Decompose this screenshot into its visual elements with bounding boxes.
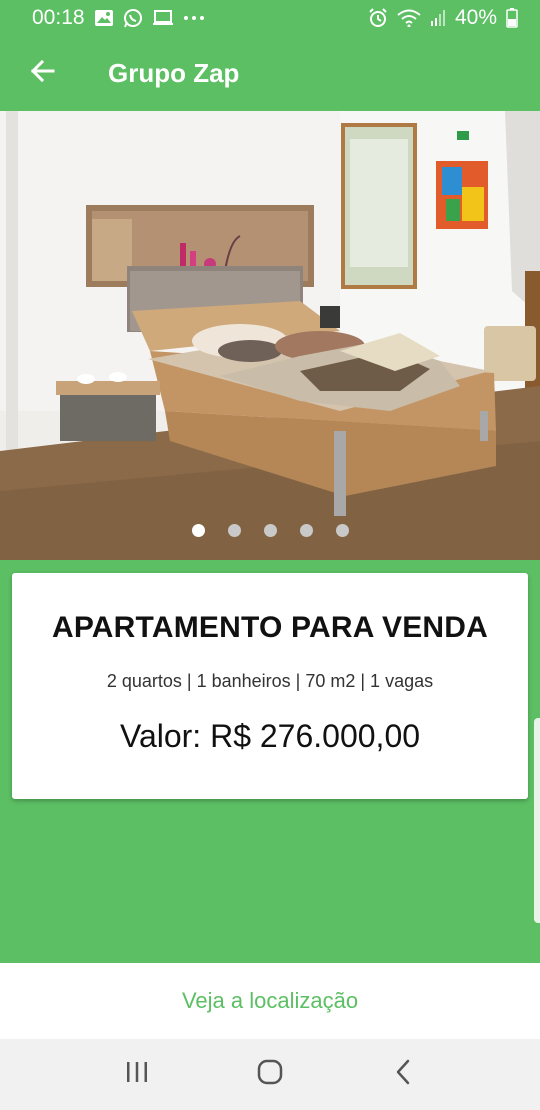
back-button[interactable] (0, 36, 84, 111)
bedroom-photo (0, 111, 540, 560)
scroll-indicator (534, 718, 540, 923)
laptop-icon (152, 9, 174, 27)
back-icon (395, 1059, 411, 1090)
carousel-dot-2[interactable] (227, 524, 241, 537)
app-title: Grupo Zap (108, 58, 240, 88)
image-icon (94, 9, 114, 27)
whatsapp-icon (123, 8, 143, 28)
carousel-dot-4[interactable] (299, 524, 313, 537)
listing-details: 2 quartos | 1 banheiros | 70 m2 | 1 vaga… (106, 671, 434, 691)
carousel-pagination (0, 524, 540, 537)
battery-icon (506, 8, 518, 28)
alarm-icon (368, 8, 388, 28)
image-carousel[interactable] (0, 111, 540, 560)
carousel-dot-5[interactable] (335, 524, 349, 537)
battery-percent: 40% (454, 6, 497, 29)
navigation-bar (0, 1039, 540, 1110)
arrow-left-icon (29, 59, 55, 88)
home-icon (257, 1059, 283, 1090)
more-icon (183, 15, 205, 21)
app-bar: Grupo Zap (0, 36, 540, 111)
home-button[interactable] (240, 1045, 300, 1105)
listing-title: APARTAMENTO PARA VENDA (51, 611, 489, 644)
recent-apps-button[interactable] (107, 1045, 167, 1105)
nav-back-button[interactable] (373, 1045, 433, 1105)
carousel-dot-3[interactable] (263, 524, 277, 537)
status-time: 00:18 (32, 6, 85, 29)
recent-apps-icon (125, 1061, 149, 1088)
signal-icon (430, 9, 446, 27)
listing-price: Valor: R$ 276.000,00 (119, 718, 421, 754)
status-left: 00:18 (32, 6, 205, 30)
location-bar: Veja a localização (0, 963, 540, 1039)
status-bar: 00:18 40% (0, 0, 540, 36)
view-location-button[interactable]: Veja a localização (182, 988, 358, 1014)
wifi-icon (397, 9, 421, 27)
carousel-dot-1[interactable] (191, 524, 205, 537)
listing-card: APARTAMENTO PARA VENDA 2 quartos | 1 ban… (12, 573, 528, 799)
status-right: 40% (368, 6, 518, 30)
